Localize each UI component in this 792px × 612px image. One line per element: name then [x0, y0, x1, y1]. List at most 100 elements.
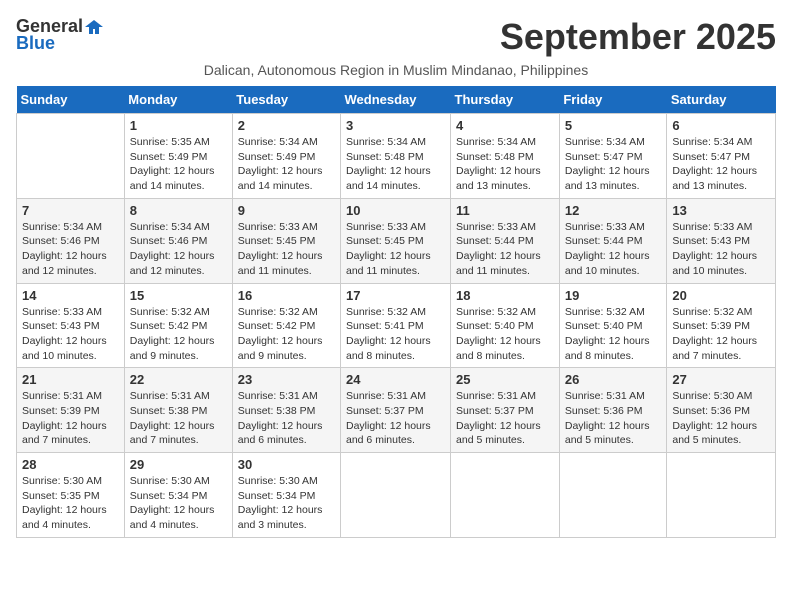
- day-info: Sunrise: 5:32 AM Sunset: 5:39 PM Dayligh…: [672, 305, 770, 364]
- calendar-week-row: 7 Sunrise: 5:34 AM Sunset: 5:46 PM Daylig…: [17, 198, 776, 283]
- table-row: 29Sunrise: 5:30 AM Sunset: 5:34 PM Dayli…: [124, 453, 232, 538]
- day-info: Sunrise: 5:34 AM Sunset: 5:46 PM Dayligh…: [22, 220, 119, 279]
- day-number: 3: [346, 118, 445, 133]
- table-row: 7 Sunrise: 5:34 AM Sunset: 5:46 PM Daylig…: [17, 198, 125, 283]
- day-info: Sunrise: 5:33 AM Sunset: 5:45 PM Dayligh…: [346, 220, 445, 279]
- day-number: 13: [672, 203, 770, 218]
- day-number: 1: [130, 118, 227, 133]
- table-row: 5 Sunrise: 5:34 AM Sunset: 5:47 PM Daylig…: [559, 114, 667, 199]
- day-info: Sunrise: 5:30 AM Sunset: 5:34 PM Dayligh…: [130, 474, 227, 533]
- table-row: [17, 114, 125, 199]
- day-info: Sunrise: 5:34 AM Sunset: 5:47 PM Dayligh…: [672, 135, 770, 194]
- day-number: 22: [130, 372, 227, 387]
- header-thursday: Thursday: [451, 86, 560, 114]
- day-info: Sunrise: 5:33 AM Sunset: 5:43 PM Dayligh…: [672, 220, 770, 279]
- table-row: 13 Sunrise: 5:33 AM Sunset: 5:43 PM Dayli…: [667, 198, 776, 283]
- table-row: 26 Sunrise: 5:31 AM Sunset: 5:36 PM Dayli…: [559, 368, 667, 453]
- day-info: Sunrise: 5:32 AM Sunset: 5:42 PM Dayligh…: [238, 305, 335, 364]
- day-info: Sunrise: 5:31 AM Sunset: 5:38 PM Dayligh…: [238, 389, 335, 448]
- day-number: 25: [456, 372, 554, 387]
- day-info: Sunrise: 5:34 AM Sunset: 5:47 PM Dayligh…: [565, 135, 662, 194]
- header-tuesday: Tuesday: [232, 86, 340, 114]
- table-row: 9Sunrise: 5:33 AM Sunset: 5:45 PM Daylig…: [232, 198, 340, 283]
- page-subtitle: Dalican, Autonomous Region in Muslim Min…: [16, 62, 776, 78]
- day-info: Sunrise: 5:33 AM Sunset: 5:44 PM Dayligh…: [565, 220, 662, 279]
- day-number: 27: [672, 372, 770, 387]
- header-saturday: Saturday: [667, 86, 776, 114]
- table-row: 12 Sunrise: 5:33 AM Sunset: 5:44 PM Dayli…: [559, 198, 667, 283]
- table-row: [667, 453, 776, 538]
- page-header: General Blue September 2025: [16, 16, 776, 58]
- day-number: 24: [346, 372, 445, 387]
- day-number: 2: [238, 118, 335, 133]
- day-info: Sunrise: 5:31 AM Sunset: 5:37 PM Dayligh…: [456, 389, 554, 448]
- table-row: [559, 453, 667, 538]
- logo: General Blue: [16, 16, 103, 54]
- table-row: 11 Sunrise: 5:33 AM Sunset: 5:44 PM Dayli…: [451, 198, 560, 283]
- day-info: Sunrise: 5:31 AM Sunset: 5:37 PM Dayligh…: [346, 389, 445, 448]
- table-row: 18 Sunrise: 5:32 AM Sunset: 5:40 PM Dayli…: [451, 283, 560, 368]
- calendar-table: Sunday Monday Tuesday Wednesday Thursday…: [16, 86, 776, 538]
- table-row: 23Sunrise: 5:31 AM Sunset: 5:38 PM Dayli…: [232, 368, 340, 453]
- day-number: 18: [456, 288, 554, 303]
- day-info: Sunrise: 5:30 AM Sunset: 5:36 PM Dayligh…: [672, 389, 770, 448]
- header-friday: Friday: [559, 86, 667, 114]
- day-number: 11: [456, 203, 554, 218]
- day-info: Sunrise: 5:34 AM Sunset: 5:48 PM Dayligh…: [456, 135, 554, 194]
- day-info: Sunrise: 5:32 AM Sunset: 5:41 PM Dayligh…: [346, 305, 445, 364]
- day-number: 10: [346, 203, 445, 218]
- day-number: 5: [565, 118, 662, 133]
- header-sunday: Sunday: [17, 86, 125, 114]
- month-title: September 2025: [500, 16, 776, 58]
- day-number: 12: [565, 203, 662, 218]
- day-number: 16: [238, 288, 335, 303]
- table-row: 24 Sunrise: 5:31 AM Sunset: 5:37 PM Dayli…: [341, 368, 451, 453]
- day-info: Sunrise: 5:34 AM Sunset: 5:46 PM Dayligh…: [130, 220, 227, 279]
- logo-bird-icon: [85, 18, 103, 36]
- day-info: Sunrise: 5:33 AM Sunset: 5:44 PM Dayligh…: [456, 220, 554, 279]
- day-number: 6: [672, 118, 770, 133]
- day-info: Sunrise: 5:30 AM Sunset: 5:35 PM Dayligh…: [22, 474, 119, 533]
- table-row: 10 Sunrise: 5:33 AM Sunset: 5:45 PM Dayli…: [341, 198, 451, 283]
- day-info: Sunrise: 5:31 AM Sunset: 5:38 PM Dayligh…: [130, 389, 227, 448]
- table-row: 3Sunrise: 5:34 AM Sunset: 5:48 PM Daylig…: [341, 114, 451, 199]
- day-number: 8: [130, 203, 227, 218]
- day-number: 19: [565, 288, 662, 303]
- day-info: Sunrise: 5:31 AM Sunset: 5:36 PM Dayligh…: [565, 389, 662, 448]
- calendar-week-row: 14Sunrise: 5:33 AM Sunset: 5:43 PM Dayli…: [17, 283, 776, 368]
- table-row: 22 Sunrise: 5:31 AM Sunset: 5:38 PM Dayli…: [124, 368, 232, 453]
- table-row: 2Sunrise: 5:34 AM Sunset: 5:49 PM Daylig…: [232, 114, 340, 199]
- table-row: 28 Sunrise: 5:30 AM Sunset: 5:35 PM Dayli…: [17, 453, 125, 538]
- day-number: 21: [22, 372, 119, 387]
- day-number: 15: [130, 288, 227, 303]
- calendar-week-row: 28 Sunrise: 5:30 AM Sunset: 5:35 PM Dayli…: [17, 453, 776, 538]
- header-monday: Monday: [124, 86, 232, 114]
- table-row: 6 Sunrise: 5:34 AM Sunset: 5:47 PM Daylig…: [667, 114, 776, 199]
- calendar-week-row: 1 Sunrise: 5:35 AM Sunset: 5:49 PM Daylig…: [17, 114, 776, 199]
- table-row: 20 Sunrise: 5:32 AM Sunset: 5:39 PM Dayli…: [667, 283, 776, 368]
- table-row: 25 Sunrise: 5:31 AM Sunset: 5:37 PM Dayli…: [451, 368, 560, 453]
- table-row: 27 Sunrise: 5:30 AM Sunset: 5:36 PM Dayli…: [667, 368, 776, 453]
- day-info: Sunrise: 5:31 AM Sunset: 5:39 PM Dayligh…: [22, 389, 119, 448]
- day-number: 4: [456, 118, 554, 133]
- day-info: Sunrise: 5:33 AM Sunset: 5:43 PM Dayligh…: [22, 305, 119, 364]
- day-number: 30: [238, 457, 335, 472]
- days-header-row: Sunday Monday Tuesday Wednesday Thursday…: [17, 86, 776, 114]
- day-number: 26: [565, 372, 662, 387]
- table-row: 4 Sunrise: 5:34 AM Sunset: 5:48 PM Daylig…: [451, 114, 560, 199]
- table-row: 8 Sunrise: 5:34 AM Sunset: 5:46 PM Daylig…: [124, 198, 232, 283]
- day-number: 20: [672, 288, 770, 303]
- day-info: Sunrise: 5:35 AM Sunset: 5:49 PM Dayligh…: [130, 135, 227, 194]
- table-row: 15Sunrise: 5:32 AM Sunset: 5:42 PM Dayli…: [124, 283, 232, 368]
- day-info: Sunrise: 5:32 AM Sunset: 5:40 PM Dayligh…: [456, 305, 554, 364]
- day-info: Sunrise: 5:32 AM Sunset: 5:40 PM Dayligh…: [565, 305, 662, 364]
- table-row: [341, 453, 451, 538]
- table-row: 21 Sunrise: 5:31 AM Sunset: 5:39 PM Dayli…: [17, 368, 125, 453]
- day-number: 17: [346, 288, 445, 303]
- day-number: 28: [22, 457, 119, 472]
- table-row: 30Sunrise: 5:30 AM Sunset: 5:34 PM Dayli…: [232, 453, 340, 538]
- table-row: 16 Sunrise: 5:32 AM Sunset: 5:42 PM Dayli…: [232, 283, 340, 368]
- calendar-week-row: 21 Sunrise: 5:31 AM Sunset: 5:39 PM Dayli…: [17, 368, 776, 453]
- table-row: 19 Sunrise: 5:32 AM Sunset: 5:40 PM Dayli…: [559, 283, 667, 368]
- day-number: 7: [22, 203, 119, 218]
